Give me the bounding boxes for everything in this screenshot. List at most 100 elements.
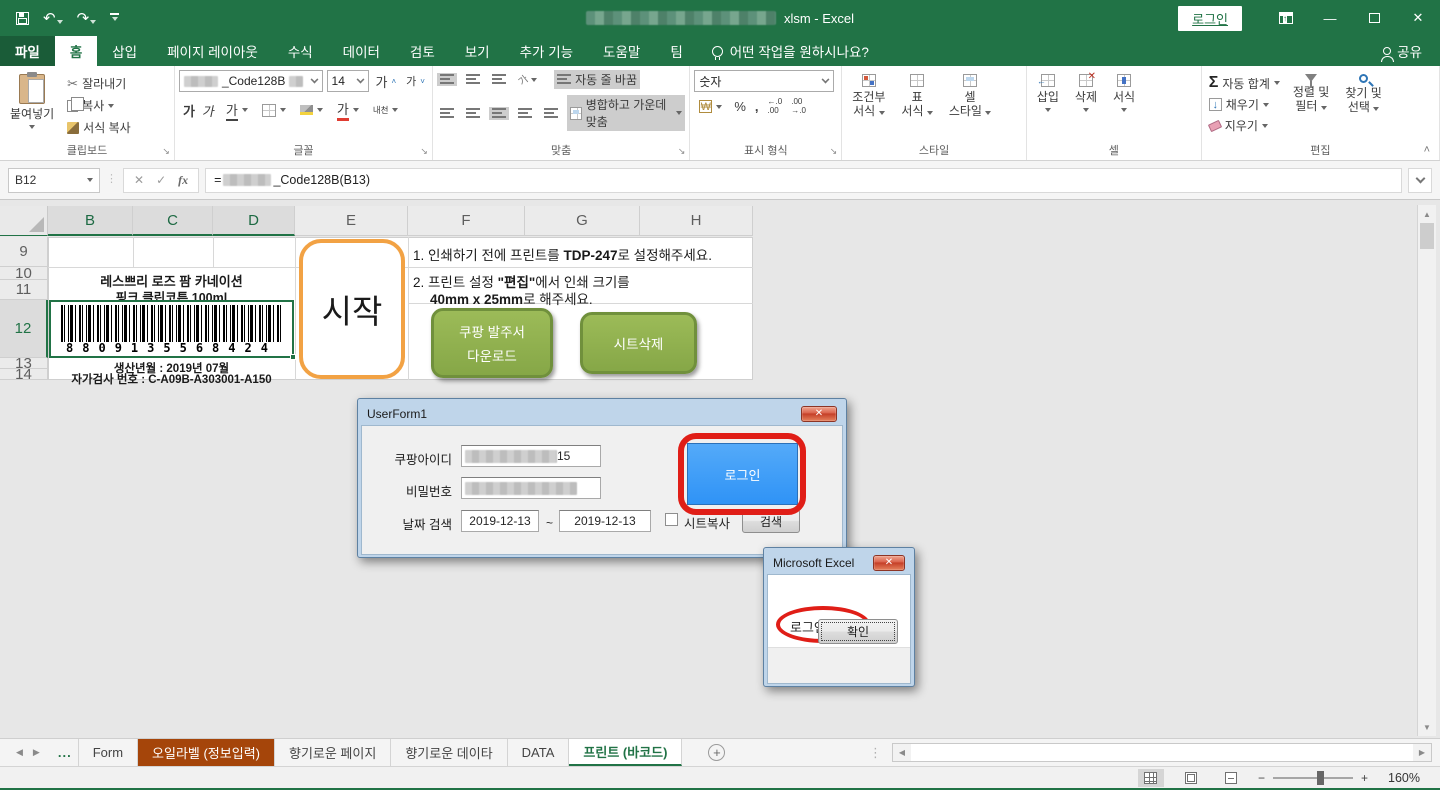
decrease-decimal-button[interactable]: .00→.0: [791, 98, 806, 116]
font-dialog-launcher[interactable]: ↘: [420, 146, 428, 157]
number-dialog-launcher[interactable]: ↘: [830, 146, 838, 157]
start-macro-button[interactable]: 시작: [299, 239, 405, 379]
tell-me-box[interactable]: 어떤 작업을 원하시나요?: [698, 36, 883, 66]
clear-button[interactable]: 지우기: [1206, 116, 1283, 135]
zoom-slider[interactable]: [1273, 777, 1353, 779]
expand-formula-bar-button[interactable]: [1408, 168, 1432, 193]
maximize-button[interactable]: [1352, 0, 1396, 36]
borders-button[interactable]: [259, 103, 289, 118]
sheet-copy-checkbox[interactable]: [665, 513, 678, 526]
autosum-button[interactable]: Σ자동 합계: [1206, 73, 1283, 93]
grow-font-button[interactable]: 가˄: [373, 71, 400, 92]
clipboard-dialog-launcher[interactable]: ↘: [162, 146, 170, 157]
tab-formulas[interactable]: 수식: [273, 36, 328, 66]
page-break-view-button[interactable]: [1218, 769, 1244, 787]
wrap-text-button[interactable]: 자동 줄 바꿈: [554, 70, 640, 89]
close-button[interactable]: ✕: [1396, 0, 1440, 36]
number-format-combo[interactable]: 숫자: [694, 70, 834, 92]
new-sheet-button[interactable]: +: [708, 744, 725, 761]
msgbox-close-button[interactable]: ✕: [873, 555, 905, 571]
align-middle-button[interactable]: [463, 73, 483, 86]
row-header-14[interactable]: 14: [0, 369, 48, 380]
password-field[interactable]: [461, 477, 601, 499]
align-right-button[interactable]: [489, 107, 509, 120]
cancel-entry-button[interactable]: ✕: [134, 173, 144, 187]
prev-sheet-arrow[interactable]: ◀: [16, 747, 23, 758]
format-cells-button[interactable]: 서식: [1107, 70, 1141, 142]
tab-addins[interactable]: 추가 기능: [505, 36, 588, 66]
ok-button[interactable]: 확인: [818, 619, 898, 644]
tab-view[interactable]: 보기: [450, 36, 505, 66]
zoom-in-button[interactable]: +: [1361, 771, 1368, 785]
shrink-font-button[interactable]: 가˅: [403, 72, 428, 90]
font-size-combo[interactable]: 14: [327, 70, 369, 92]
tab-file[interactable]: 파일: [0, 36, 55, 66]
scroll-up-arrow[interactable]: ▲: [1418, 205, 1436, 223]
sheet-tab-fragrant-page[interactable]: 향기로운 페이지: [275, 739, 391, 766]
insert-function-button[interactable]: fx: [178, 173, 188, 188]
userform-title-bar[interactable]: UserForm1 ✕: [361, 402, 843, 425]
copy-button[interactable]: 복사: [64, 96, 134, 115]
phonetic-button[interactable]: 내천: [370, 105, 402, 116]
sort-filter-button[interactable]: 정렬 및필터: [1287, 70, 1335, 142]
row-header-12[interactable]: 12: [0, 300, 48, 358]
cell-styles-button[interactable]: 셀스타일: [943, 70, 997, 142]
tab-team[interactable]: 팀: [655, 36, 697, 66]
alignment-dialog-launcher[interactable]: ↘: [678, 146, 686, 157]
align-center-button[interactable]: [463, 107, 483, 120]
userform-close-button[interactable]: ✕: [801, 406, 837, 422]
tab-insert[interactable]: 삽입: [97, 36, 152, 66]
save-icon[interactable]: [16, 12, 29, 25]
tab-data[interactable]: 데이터: [328, 36, 395, 66]
undo-button[interactable]: ↶: [43, 11, 63, 26]
align-left-button[interactable]: [437, 107, 457, 120]
comma-format-button[interactable]: ,: [755, 99, 759, 114]
percent-format-button[interactable]: %: [734, 99, 746, 114]
align-bottom-button[interactable]: [489, 73, 509, 86]
ribbon-display-options-button[interactable]: [1264, 0, 1308, 36]
page-layout-view-button[interactable]: [1178, 769, 1204, 787]
redo-button[interactable]: ↷: [77, 11, 97, 26]
tab-page-layout[interactable]: 페이지 레이아웃: [152, 36, 273, 66]
column-header-H[interactable]: H: [640, 206, 753, 236]
inspection-number-text[interactable]: 자가검사 번호 : C-A09B-A303001-A150: [48, 371, 295, 387]
paste-button[interactable]: 붙여넣기: [4, 70, 60, 142]
normal-view-button[interactable]: [1138, 769, 1164, 787]
tab-home[interactable]: 홈: [55, 36, 97, 66]
selected-cell-B12[interactable]: 8809135568424: [49, 300, 294, 358]
sheet-tab-print-barcode[interactable]: 프린트 (바코드): [569, 739, 682, 766]
sheet-tab-oil-label[interactable]: 오일라벨 (정보입력): [138, 739, 275, 766]
name-box[interactable]: B12: [8, 168, 100, 193]
msgbox-title-bar[interactable]: Microsoft Excel ✕: [767, 551, 911, 574]
insert-cells-button[interactable]: 삽입: [1031, 70, 1065, 142]
fill-button[interactable]: ↓채우기: [1206, 95, 1283, 114]
currency-format-button[interactable]: ₩: [696, 99, 725, 114]
column-header-F[interactable]: F: [408, 206, 525, 236]
scroll-down-arrow[interactable]: ▼: [1418, 718, 1436, 736]
delete-sheet-button[interactable]: 시트삭제: [580, 312, 697, 374]
column-header-C[interactable]: C: [133, 206, 213, 236]
sheet-tab-form[interactable]: Form: [78, 739, 138, 766]
underline-button[interactable]: 가: [223, 99, 251, 122]
conditional-formatting-button[interactable]: 조건부서식: [846, 70, 891, 142]
sheet-tab-overflow[interactable]: ...: [52, 739, 78, 766]
bold-button[interactable]: 가: [183, 101, 195, 120]
increase-indent-button[interactable]: [541, 107, 561, 120]
font-name-combo[interactable]: _Code128B: [179, 70, 323, 92]
delete-cells-button[interactable]: 삭제: [1069, 70, 1103, 142]
column-header-D[interactable]: D: [213, 206, 295, 236]
collapse-ribbon-button[interactable]: ˄: [1424, 144, 1430, 156]
coupang-id-field[interactable]: 15: [461, 445, 601, 467]
column-header-B[interactable]: B: [48, 206, 133, 236]
titlebar-login-button[interactable]: 로그인: [1178, 6, 1242, 31]
format-as-table-button[interactable]: 표서식: [895, 70, 938, 142]
name-box-dropdown[interactable]: [87, 178, 93, 182]
fill-color-button[interactable]: [297, 104, 326, 116]
enter-entry-button[interactable]: ✓: [156, 173, 166, 187]
share-button[interactable]: 공유: [1383, 36, 1440, 66]
coupang-download-button[interactable]: 쿠팡 발주서다운로드: [431, 308, 553, 378]
row-header-13[interactable]: 13: [0, 358, 48, 369]
vertical-scrollbar[interactable]: ▲ ▼: [1417, 205, 1436, 736]
align-top-button[interactable]: [437, 73, 457, 86]
column-header-G[interactable]: G: [525, 206, 640, 236]
